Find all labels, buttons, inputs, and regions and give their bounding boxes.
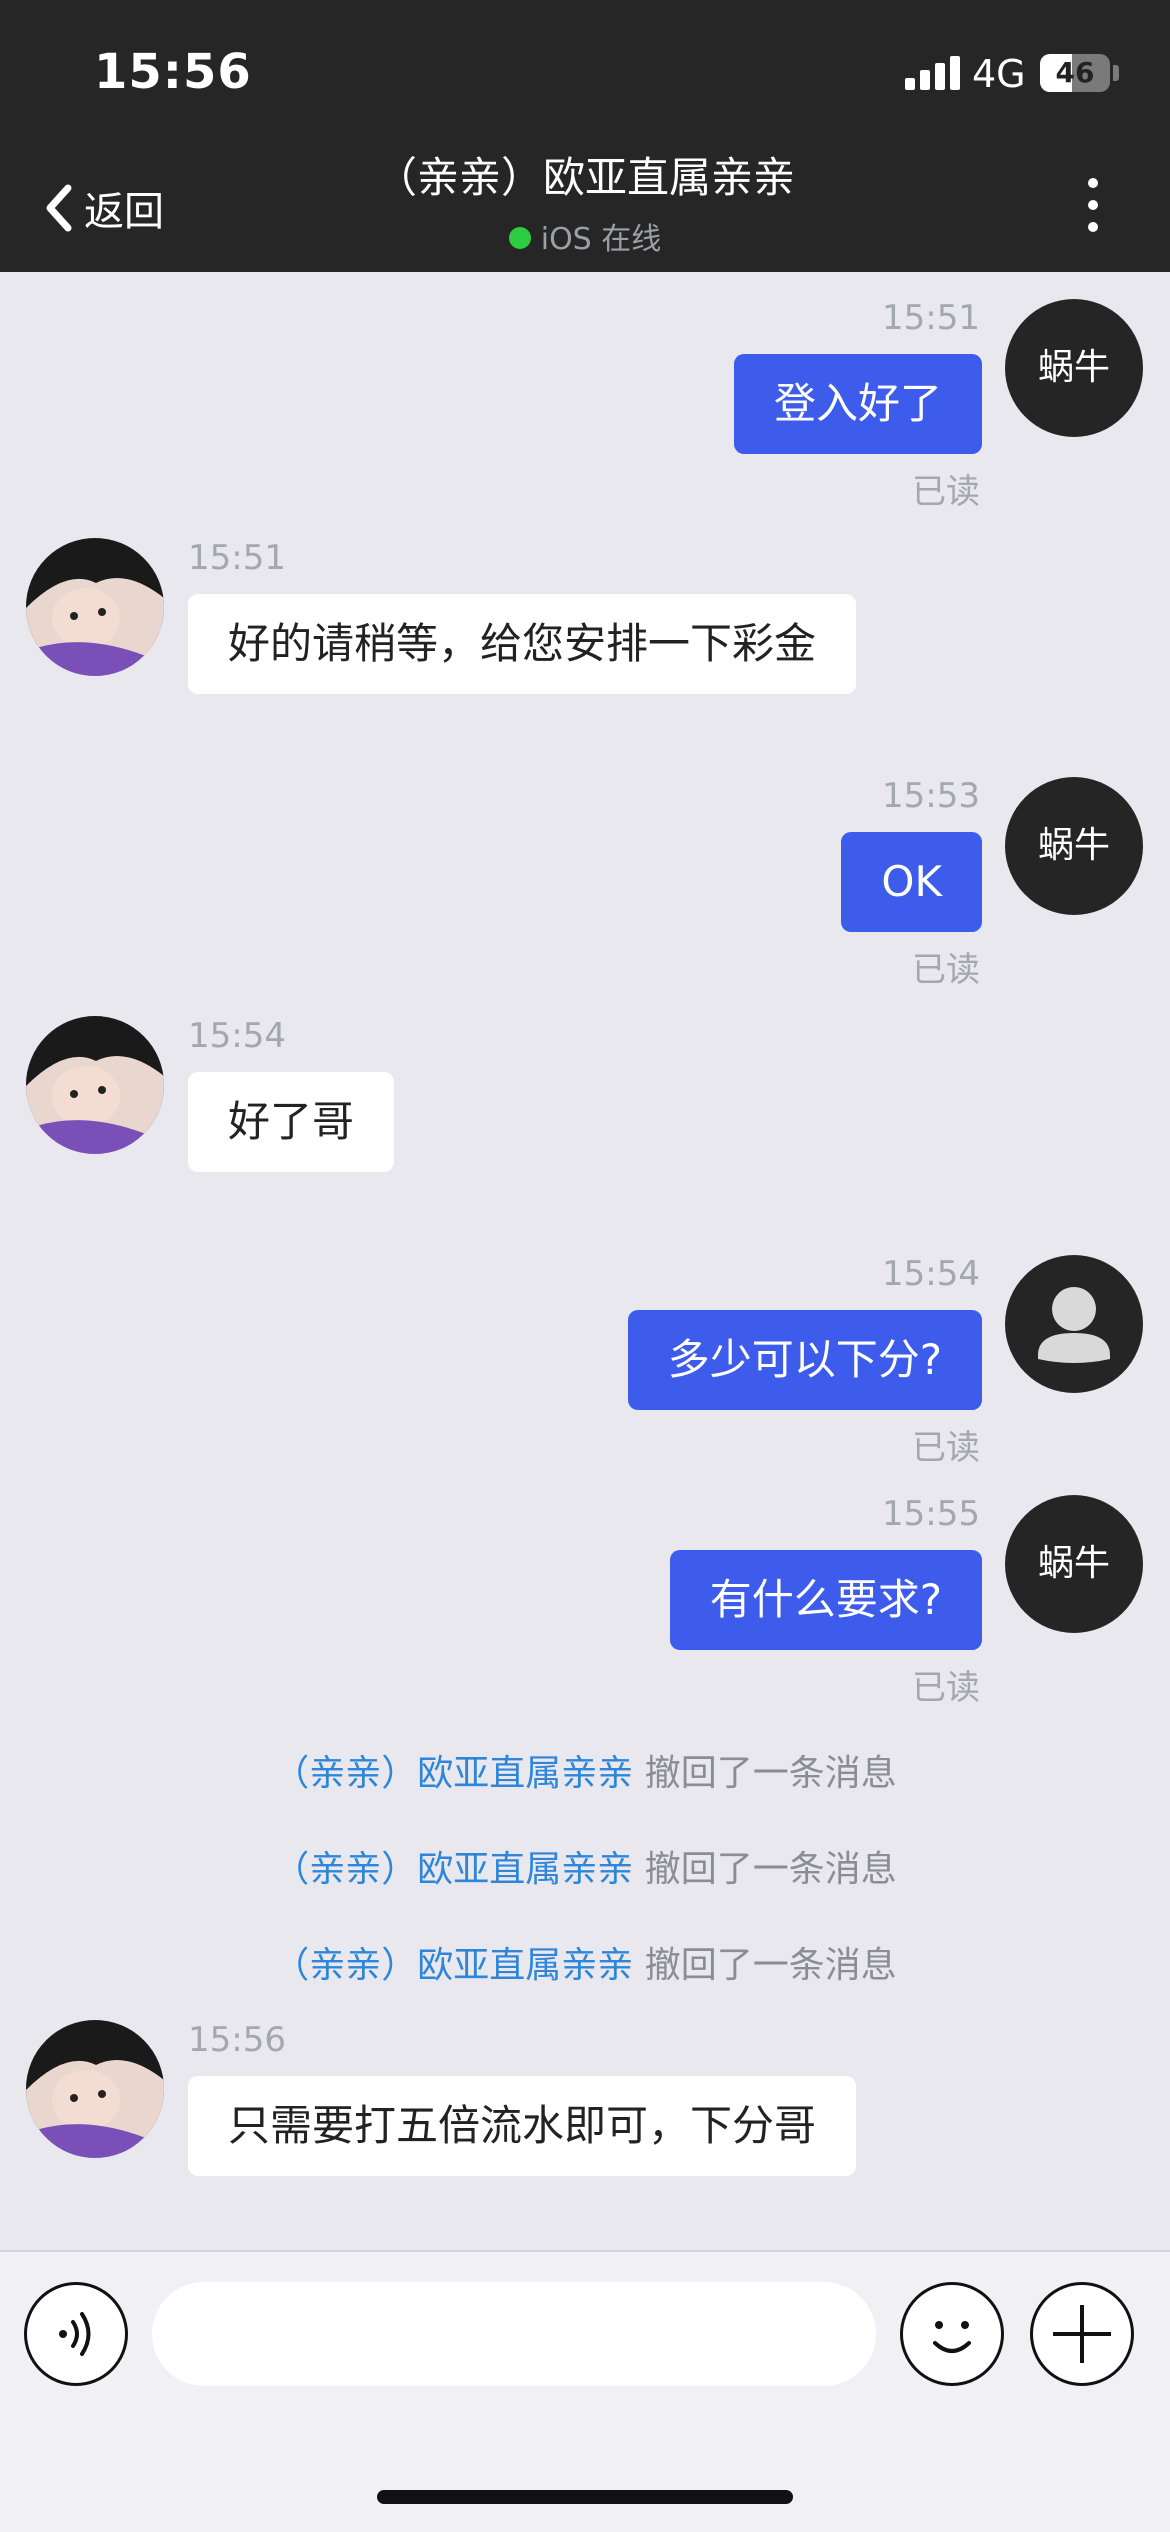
avatar[interactable]	[1005, 1255, 1143, 1393]
message-time: 15:55	[882, 1494, 980, 1534]
online-status: iOS 在线	[0, 214, 1170, 258]
message-input[interactable]	[152, 2282, 876, 2386]
message-bubble-incoming[interactable]: 只需要打五倍流水即可，下分哥	[188, 2076, 857, 2176]
voice-icon	[59, 2312, 91, 2356]
message-bubble-outgoing[interactable]: 登入好了	[733, 354, 982, 454]
recall-notice: （亲亲）欧亚直属亲亲 撤回了一条消息	[0, 1840, 1170, 1892]
read-receipt: 已读	[912, 1668, 980, 1708]
message-time: 15:54	[882, 1254, 980, 1294]
status-time: 15:56	[94, 44, 252, 100]
message-bubble-outgoing[interactable]: OK	[841, 832, 982, 932]
avatar[interactable]	[26, 1016, 164, 1154]
online-dot-icon	[508, 226, 531, 249]
agent-avatar-image	[26, 2020, 164, 2158]
user-default-icon	[1038, 1287, 1110, 1363]
plus-icon	[1053, 2305, 1111, 2363]
message-bubble-outgoing[interactable]: 多少可以下分?	[627, 1310, 982, 1410]
message-time: 15:51	[188, 538, 286, 578]
more-dot	[1088, 200, 1098, 210]
avatar[interactable]: 蜗牛	[1005, 777, 1143, 915]
recall-text: 撤回了一条消息	[644, 1753, 897, 1794]
agent-avatar-image	[26, 1016, 164, 1154]
recall-text: 撤回了一条消息	[644, 1945, 897, 1986]
more-vertical-icon	[1088, 178, 1098, 188]
online-status-text: iOS 在线	[540, 222, 662, 257]
voice-button[interactable]	[24, 2282, 128, 2386]
more-button[interactable]	[1082, 174, 1106, 236]
avatar[interactable]: 蜗牛	[1005, 299, 1143, 437]
message-time: 15:56	[188, 2020, 286, 2060]
top-bar: 15:56 4G 46 返回 （亲亲）欧亚直属亲亲 iOS 在线	[0, 0, 1170, 272]
battery-tip	[1113, 65, 1119, 81]
message-time: 15:53	[882, 776, 980, 816]
message-bubble-outgoing[interactable]: 有什么要求?	[669, 1550, 982, 1650]
network-type: 4G	[972, 52, 1026, 96]
message-time: 15:51	[882, 298, 980, 338]
recall-sender[interactable]: （亲亲）欧亚直属亲亲	[273, 1753, 633, 1794]
avatar[interactable]	[26, 2020, 164, 2158]
recall-text: 撤回了一条消息	[644, 1849, 897, 1890]
message-bubble-incoming[interactable]: 好的请稍等，给您安排一下彩金	[188, 594, 857, 694]
chat-title: （亲亲）欧亚直属亲亲	[374, 153, 795, 202]
recall-sender[interactable]: （亲亲）欧亚直属亲亲	[273, 1945, 633, 1986]
emoji-button[interactable]	[900, 2282, 1004, 2386]
read-receipt: 已读	[912, 1428, 980, 1468]
signal-icon	[905, 56, 961, 90]
battery-icon: 46	[1040, 54, 1110, 92]
battery-level: 46	[1055, 56, 1095, 89]
recall-notice: （亲亲）欧亚直属亲亲 撤回了一条消息	[0, 1744, 1170, 1796]
emoji-icon	[933, 2321, 971, 2353]
more-dot	[1088, 222, 1098, 232]
read-receipt: 已读	[912, 472, 980, 512]
home-indicator	[377, 2490, 793, 2504]
avatar[interactable]	[26, 538, 164, 676]
message-time: 15:54	[188, 1016, 286, 1056]
agent-avatar-image	[26, 538, 164, 676]
plus-button[interactable]	[1030, 2282, 1134, 2386]
recall-sender[interactable]: （亲亲）欧亚直属亲亲	[273, 1849, 633, 1890]
avatar[interactable]: 蜗牛	[1005, 1495, 1143, 1633]
read-receipt: 已读	[912, 950, 980, 990]
message-bubble-incoming[interactable]: 好了哥	[188, 1072, 395, 1172]
recall-notice: （亲亲）欧亚直属亲亲 撤回了一条消息	[0, 1936, 1170, 1988]
